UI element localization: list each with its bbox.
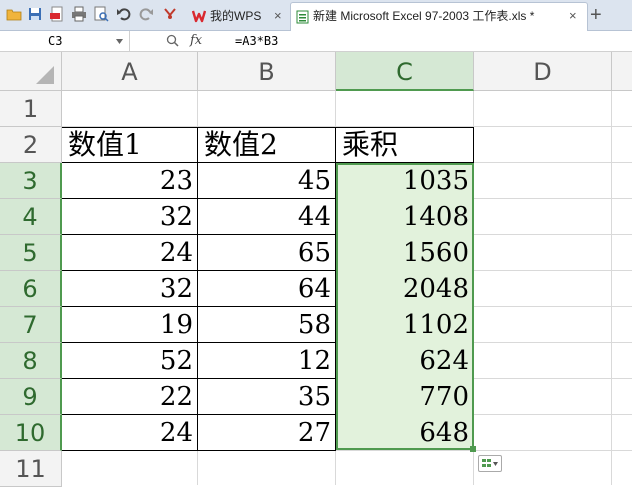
formula-bar: C3 fx =A3*B3 <box>0 31 632 52</box>
row-header-8[interactable]: 8 <box>0 343 62 379</box>
row-header-5[interactable]: 5 <box>0 235 62 271</box>
new-tab-button[interactable]: + <box>590 2 602 28</box>
cell-b5[interactable]: 65 <box>198 235 336 271</box>
cell-a7[interactable]: 19 <box>62 307 198 343</box>
fill-handle[interactable] <box>470 446 476 452</box>
cell-a9[interactable]: 22 <box>62 379 198 415</box>
row-header-11[interactable]: 11 <box>0 451 62 487</box>
row-header-9[interactable]: 9 <box>0 379 62 415</box>
save-icon[interactable] <box>27 6 43 22</box>
tab-my-wps[interactable]: 我的WPS × <box>186 3 290 29</box>
select-all-corner[interactable] <box>0 52 62 91</box>
column-header-e[interactable] <box>612 52 632 91</box>
row-header-7[interactable]: 7 <box>0 307 62 343</box>
gridline <box>197 91 198 127</box>
formula-input[interactable]: =A3*B3 <box>235 31 278 51</box>
gridline <box>197 451 198 485</box>
print-preview-icon[interactable] <box>93 6 109 22</box>
cell-a3[interactable]: 23 <box>62 163 198 199</box>
column-header-c[interactable]: C <box>336 52 474 91</box>
selection-range[interactable] <box>336 163 474 450</box>
close-icon[interactable]: × <box>569 3 577 29</box>
row-header-4[interactable]: 4 <box>0 199 62 235</box>
format-painter-icon[interactable] <box>162 6 178 22</box>
gridline <box>474 162 632 163</box>
tab-document-label: 新建 Microsoft Excel 97-2003 工作表.xls * <box>313 9 535 23</box>
row-header-1[interactable]: 1 <box>0 91 62 127</box>
column-header-b[interactable]: B <box>198 52 336 91</box>
cell-b8[interactable]: 12 <box>198 343 336 379</box>
spreadsheet-file-icon <box>296 10 309 24</box>
cell-b3[interactable]: 45 <box>198 163 336 199</box>
gridline <box>474 378 632 379</box>
gridline <box>474 198 632 199</box>
cell-b4[interactable]: 44 <box>198 199 336 235</box>
gridline <box>335 451 336 485</box>
row-header-10[interactable]: 10 <box>0 415 62 451</box>
gridline <box>473 451 474 485</box>
tab-my-wps-label: 我的WPS <box>210 9 262 23</box>
gridline <box>335 91 336 127</box>
wps-logo-icon <box>192 10 206 23</box>
auto-fill-options-button[interactable] <box>478 455 502 472</box>
cell-b7[interactable]: 58 <box>198 307 336 343</box>
title-bar: 我的WPS × 新建 Microsoft Excel 97-2003 工作表.x… <box>0 0 632 31</box>
gridline <box>474 414 632 415</box>
cell-a6[interactable]: 32 <box>62 271 198 307</box>
cell-a2[interactable]: 数值1 <box>62 127 198 163</box>
cell-reference: C3 <box>48 34 63 48</box>
open-folder-icon[interactable] <box>6 6 22 22</box>
cell-b9[interactable]: 35 <box>198 379 336 415</box>
gridline <box>474 306 632 307</box>
row-header-6[interactable]: 6 <box>0 271 62 307</box>
cell-a5[interactable]: 24 <box>62 235 198 271</box>
gridline <box>474 234 632 235</box>
auto-fill-options-icon <box>482 459 498 467</box>
cell-b10[interactable]: 27 <box>198 415 336 451</box>
tab-document[interactable]: 新建 Microsoft Excel 97-2003 工作表.xls * × <box>290 2 588 31</box>
insert-function-button[interactable]: fx <box>190 31 202 51</box>
gridline <box>473 91 474 127</box>
select-all-triangle-icon <box>36 66 54 84</box>
column-header-a[interactable]: A <box>62 52 198 91</box>
undo-icon[interactable] <box>116 6 132 22</box>
zoom-function-icon[interactable] <box>166 34 179 47</box>
close-icon[interactable]: × <box>274 3 282 29</box>
cell-b2[interactable]: 数值2 <box>198 127 336 163</box>
export-pdf-icon[interactable] <box>49 6 65 22</box>
cell-b6[interactable]: 64 <box>198 271 336 307</box>
gridline <box>474 270 632 271</box>
redo-icon[interactable] <box>138 6 154 22</box>
cell-a4[interactable]: 32 <box>62 199 198 235</box>
gridline <box>474 342 632 343</box>
print-icon[interactable] <box>71 6 87 22</box>
row-header-2[interactable]: 2 <box>0 127 62 163</box>
column-header-d[interactable]: D <box>474 52 612 91</box>
row-header-3[interactable]: 3 <box>0 163 62 199</box>
cell-a10[interactable]: 24 <box>62 415 198 451</box>
cell-c2[interactable]: 乘积 <box>336 127 474 163</box>
cell-a8[interactable]: 52 <box>62 343 198 379</box>
chevron-down-icon[interactable] <box>116 39 123 44</box>
gridline <box>611 91 612 485</box>
name-box[interactable]: C3 <box>0 31 130 51</box>
